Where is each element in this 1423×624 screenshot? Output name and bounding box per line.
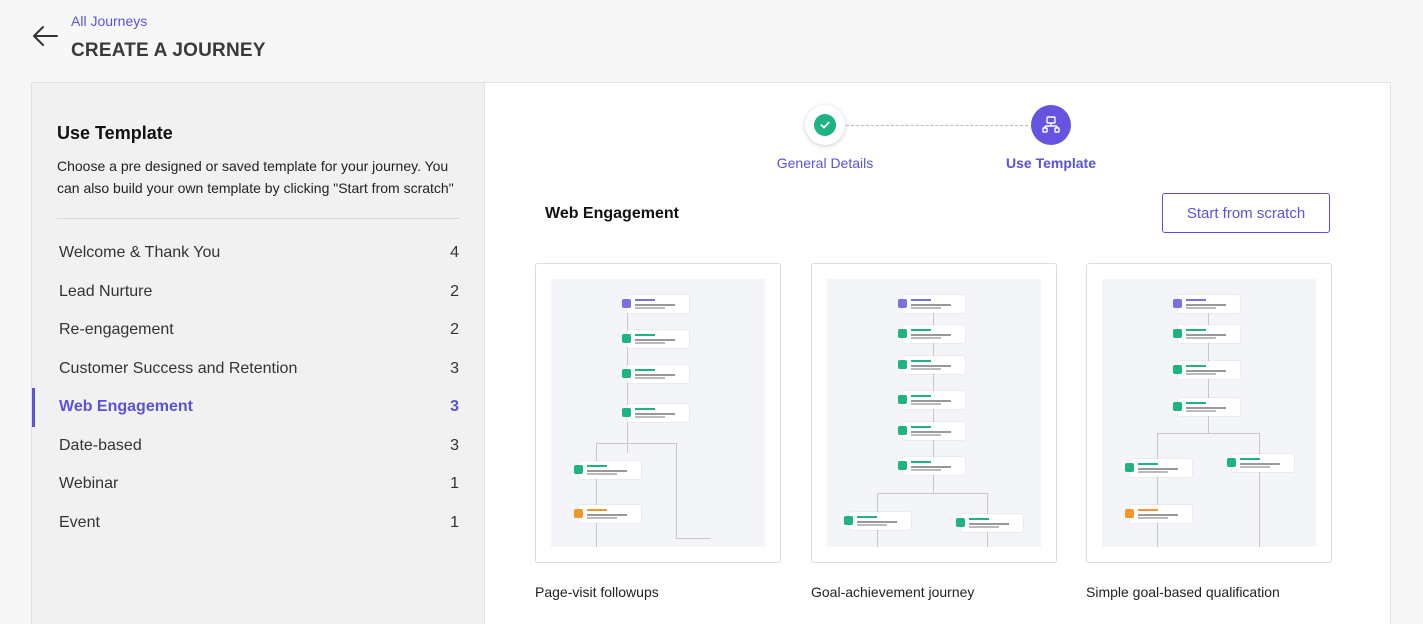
category-re-engagement[interactable]: Re-engagement 2 [32,311,485,350]
category-customer-success[interactable]: Customer Success and Retention 3 [32,350,485,389]
template-card-goal-achievement[interactable] [811,263,1057,563]
category-label: Re-engagement [59,321,174,339]
page-title: CREATE A JOURNEY [71,40,266,61]
step-general-details[interactable] [805,105,845,145]
category-count: 2 [450,282,459,300]
template-icon [1042,116,1060,133]
category-count: 1 [450,513,459,531]
section-title: Web Engagement [545,205,679,222]
category-count: 1 [450,475,459,493]
sidebar-title: Use Template [57,123,173,143]
template-name[interactable]: Goal-achievement journey [811,584,974,600]
arrow-left-icon[interactable] [30,22,60,50]
category-welcome-thank-you[interactable]: Welcome & Thank You 4 [32,234,485,273]
category-list: Welcome & Thank You 4 Lead Nurture 2 Re-… [32,234,485,542]
template-preview [1102,279,1316,547]
template-main: General Details Use Template Web Engagem… [485,83,1390,624]
template-card-page-visit-followups[interactable] [535,263,781,563]
sidebar-description: Choose a pre designed or saved template … [57,158,454,196]
template-name[interactable]: Page-visit followups [535,584,659,600]
step-label-use-template[interactable]: Use Template [971,155,1131,171]
template-card-simple-goal-qualification[interactable] [1086,263,1332,563]
category-date-based[interactable]: Date-based 3 [32,427,485,466]
create-journey-panel: Use Template Choose a pre designed or sa… [31,82,1391,624]
check-icon [820,121,830,129]
category-count: 3 [450,436,459,454]
category-label: Webinar [59,475,119,493]
category-event[interactable]: Event 1 [32,504,485,543]
step-label-general-details[interactable]: General Details [745,155,905,171]
category-label: Customer Success and Retention [59,359,298,377]
category-label: Event [59,513,100,531]
category-webinar[interactable]: Webinar 1 [32,465,485,504]
breadcrumb-all-journeys[interactable]: All Journeys [71,13,147,29]
category-lead-nurture[interactable]: Lead Nurture 2 [32,273,485,312]
category-label: Date-based [59,436,142,454]
template-sidebar: Use Template Choose a pre designed or sa… [32,83,485,624]
category-label: Web Engagement [59,398,193,416]
template-preview [827,279,1041,547]
category-count: 4 [450,244,459,262]
category-count: 3 [450,359,459,377]
step-use-template[interactable] [1031,105,1071,145]
stepper-connector [846,125,1028,126]
category-label: Lead Nurture [59,282,153,300]
category-web-engagement[interactable]: Web Engagement 3 [32,388,485,427]
start-from-scratch-button[interactable]: Start from scratch [1162,193,1330,233]
template-preview [551,279,765,547]
category-count: 3 [450,398,459,416]
template-name[interactable]: Simple goal-based qualification [1086,584,1280,600]
category-count: 2 [450,321,459,339]
sidebar-divider [57,218,459,219]
category-label: Welcome & Thank You [59,244,221,262]
